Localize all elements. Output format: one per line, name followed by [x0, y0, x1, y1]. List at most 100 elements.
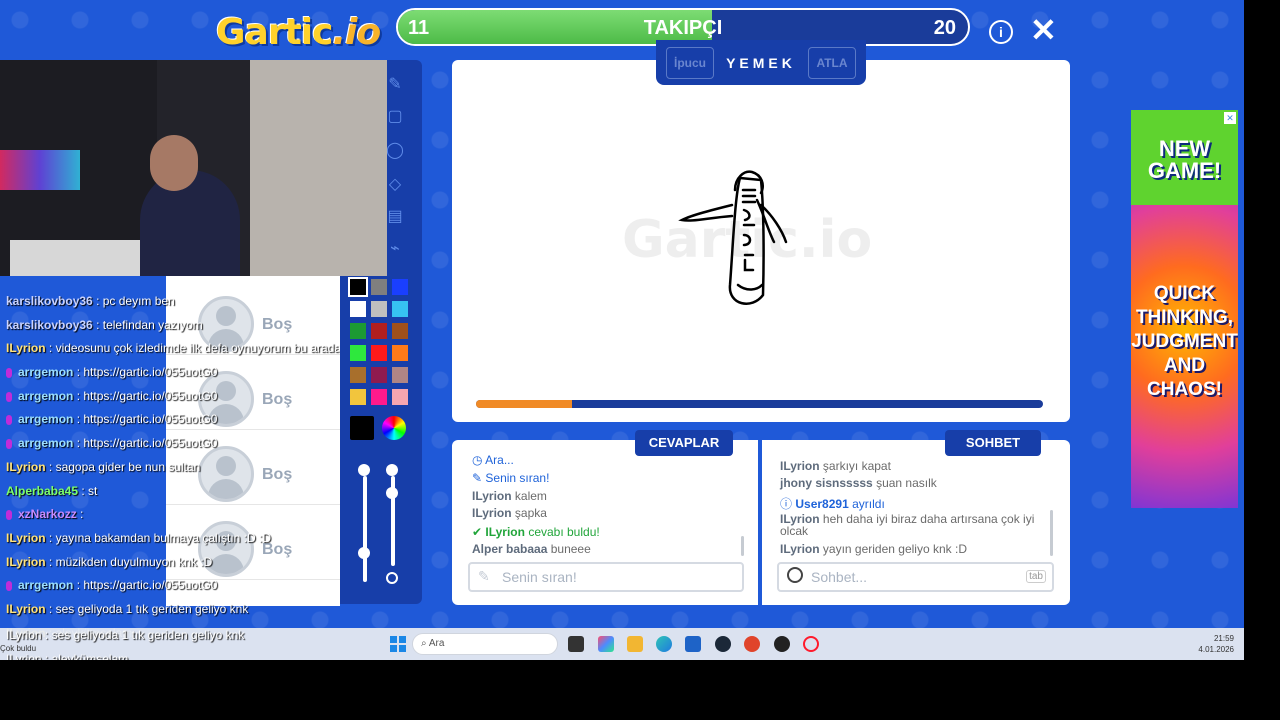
overlay-line: ILyrion : aleykümselam	[6, 652, 129, 660]
size-slider-track[interactable]	[363, 476, 367, 582]
answer-message: ILyrion kalem	[472, 489, 547, 503]
chat-username: ILyrion	[6, 459, 46, 474]
answer-message: ✎ Senin sıran!	[472, 471, 550, 485]
answers-scrollbar[interactable]	[741, 536, 744, 556]
color-swatch[interactable]	[392, 301, 408, 317]
stream-chat-line: ILyrion : yayına bakamdan bulmaya çalışt…	[0, 527, 340, 551]
chat-username: arrgemon	[18, 436, 74, 451]
picker-icon[interactable]: ⌁	[386, 240, 404, 258]
color-swatch[interactable]	[392, 345, 408, 361]
color-swatch[interactable]	[392, 367, 408, 383]
chat-input-box[interactable]: tab	[777, 562, 1054, 592]
answer-message: ◷ Ara...	[472, 453, 514, 467]
game-background: Gartic.io 11 TAKIPÇI 20 i ✕ ✎ ▢ ◯ ◇ ▤ ⌁ …	[0, 0, 1244, 660]
eraser-icon[interactable]: ◇	[386, 176, 404, 194]
chat-username: ILyrion	[6, 341, 46, 356]
tab-answers[interactable]: CEVAPLAR	[635, 430, 733, 456]
store-icon[interactable]	[685, 636, 701, 652]
color-swatch[interactable]	[371, 367, 387, 383]
color-swatch[interactable]	[350, 345, 366, 361]
color-swatch[interactable]	[348, 277, 368, 297]
user-badge-icon	[6, 367, 12, 378]
chat-username: arrgemon	[18, 388, 74, 403]
answer-message: ILyrion şapka	[472, 506, 547, 520]
color-swatch[interactable]	[392, 279, 408, 295]
color-swatch[interactable]	[392, 323, 408, 339]
chat-username: xzNarkozz	[18, 507, 77, 522]
pen-icon: ✎	[478, 568, 490, 584]
drawing-canvas[interactable]: Gartic.io	[452, 60, 1070, 422]
color-swatch[interactable]	[371, 323, 387, 339]
task-view-icon[interactable]	[568, 636, 584, 652]
chat-username: ILyrion	[6, 601, 46, 616]
obs-icon[interactable]	[744, 636, 760, 652]
chat-bubble-icon	[787, 567, 803, 583]
steam-icon[interactable]	[715, 636, 731, 652]
app-icon[interactable]	[774, 636, 790, 652]
color-swatch[interactable]	[350, 301, 366, 317]
rectangle-icon[interactable]: ▢	[386, 108, 404, 126]
chat-text: : müzikden duyulmuyon knk :D	[48, 554, 213, 569]
clock-time: 21:59	[1213, 634, 1234, 643]
chat-panel: ILyrion şarkıyı kapat jhony sisnsssss şu…	[762, 440, 1070, 605]
info-icon: ⓘ	[780, 497, 793, 511]
opacity-slider-knob[interactable]	[386, 487, 398, 499]
chat-username: karslikovboy36	[6, 294, 93, 308]
skip-button[interactable]: ATLA	[808, 47, 856, 79]
letterbox-right	[1244, 0, 1280, 720]
color-swatch[interactable]	[392, 389, 408, 405]
advertisement[interactable]: NEW GAME! QUICK THINKING, JUDGMENT AND C…	[1131, 110, 1238, 508]
stream-chat-line: karslikovboy36 : pc deyım ben	[0, 290, 340, 314]
stream-chat-line: arrgemon : https://gartic.io/055uotG0	[0, 385, 340, 409]
taskbar-search[interactable]: ⌕ Ara	[412, 633, 558, 655]
info-icon[interactable]: i	[989, 20, 1013, 44]
chat-username: ILyrion	[6, 554, 46, 569]
chat-username: arrgemon	[18, 412, 74, 427]
fill-icon[interactable]: ▤	[386, 208, 404, 226]
user-badge-icon	[6, 391, 12, 402]
chat-message: ILyrion şarkıyı kapat	[780, 459, 891, 473]
overlay-line: ILyrion : ses geliyoda 1 tık geriden gel…	[6, 628, 245, 642]
chat-username: ILyrion	[6, 530, 46, 545]
close-icon[interactable]: ✕	[1030, 14, 1057, 46]
file-explorer-icon[interactable]	[627, 636, 643, 652]
widgets-icon[interactable]	[598, 636, 614, 652]
ad-title: NEW GAME!	[1147, 136, 1222, 183]
round-timer-fill	[476, 400, 573, 408]
tab-chat[interactable]: SOHBET	[945, 430, 1041, 456]
answer-input-box[interactable]: ✎	[468, 562, 744, 592]
system-clock[interactable]: 21:59 4.01.2026	[1198, 633, 1234, 655]
chat-text: : https://gartic.io/055uotG0	[76, 412, 218, 427]
chat-text: : ses geliyoda 1 tık geriden geliyo knk	[48, 601, 249, 616]
chat-input[interactable]	[809, 568, 1013, 586]
goal-total: 20	[933, 17, 956, 39]
color-swatch[interactable]	[371, 279, 387, 295]
hint-button[interactable]: İpucu	[666, 47, 714, 79]
current-color[interactable]	[350, 416, 374, 440]
color-swatch[interactable]	[371, 301, 387, 317]
pen-icon[interactable]: ✎	[386, 76, 404, 94]
chat-username: arrgemon	[18, 365, 74, 380]
webcam-overlay	[0, 60, 387, 276]
color-swatch[interactable]	[371, 345, 387, 361]
answers-panel: ◷ Ara... ✎ Senin sıran! ILyrion kalem IL…	[452, 440, 758, 605]
color-swatch[interactable]	[350, 389, 366, 405]
circle-icon[interactable]: ◯	[386, 142, 404, 160]
opera-icon[interactable]	[803, 636, 819, 652]
color-wheel-icon[interactable]	[382, 416, 406, 440]
size-slider-knob[interactable]	[358, 547, 370, 559]
gartic-logo[interactable]: Gartic.io	[216, 12, 386, 53]
stream-chat-line: xzNarkozz :	[0, 503, 340, 527]
chat-scrollbar[interactable]	[1050, 510, 1053, 556]
chat-text: : https://gartic.io/055uotG0	[76, 388, 218, 403]
stream-chat-line: arrgemon : https://gartic.io/055uotG0	[0, 574, 340, 598]
color-swatch[interactable]	[371, 389, 387, 405]
color-swatch[interactable]	[350, 323, 366, 339]
size-slider-top	[358, 464, 370, 476]
edge-browser-icon[interactable]	[656, 636, 672, 652]
answer-input[interactable]	[500, 568, 704, 586]
ad-close-icon[interactable]: ✕	[1224, 112, 1236, 124]
tab-key-hint: tab	[1026, 570, 1046, 583]
chat-text: : st	[81, 483, 98, 498]
color-swatch[interactable]	[350, 367, 366, 383]
